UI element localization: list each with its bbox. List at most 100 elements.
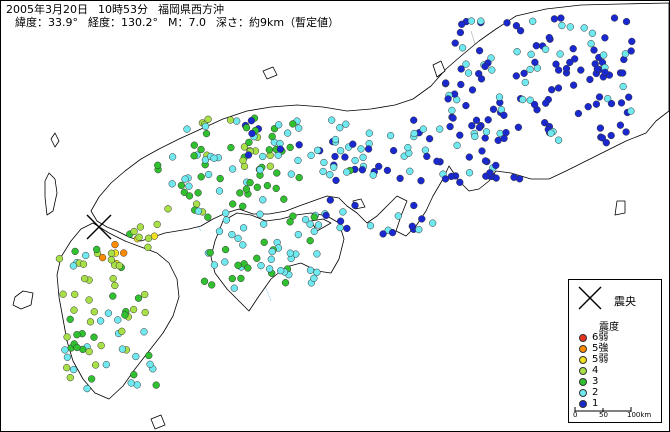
intensity-station-point: [144, 243, 152, 251]
intensity-station-point: [70, 306, 78, 314]
intensity-station-point: [596, 124, 605, 132]
intensity-station-point: [164, 205, 172, 213]
intensity-station-point: [245, 138, 253, 147]
intensity-station-point: [208, 281, 216, 289]
intensity-station-point: [210, 154, 218, 162]
intensity-station-point: [204, 213, 212, 221]
intensity-station-point: [458, 44, 467, 52]
intensity-station-point: [342, 120, 350, 128]
intensity-station-point: [55, 255, 64, 263]
intensity-station-point: [471, 132, 479, 141]
epicenter-legend-icon: [578, 286, 602, 310]
intensity-station-point: [221, 258, 229, 266]
intensity-station-point: [104, 309, 113, 317]
intensity-station-point: [130, 227, 138, 236]
intensity-station-point: [388, 228, 397, 237]
legend-item-label: 3: [592, 376, 599, 387]
intensity-station-point: [294, 230, 302, 239]
intensity-station-point: [336, 147, 345, 155]
intensity-station-point: [464, 69, 473, 77]
intensity-station-point: [91, 361, 100, 369]
intensity-station-point: [592, 100, 601, 108]
intensity-station-point: [448, 106, 456, 115]
intensity-station-point: [237, 274, 245, 283]
intensity-station-point: [477, 17, 485, 25]
intensity-station-point: [118, 327, 126, 335]
intensity-station-point: [562, 64, 571, 73]
intensity-station-point: [586, 75, 594, 84]
intensity-station-point: [66, 373, 74, 382]
intensity-station-point: [204, 115, 212, 123]
legend-item: 5弱: [579, 354, 608, 365]
intensity-station-point: [617, 99, 626, 107]
legend-color-swatch: [579, 366, 587, 375]
intensity-station-point: [545, 33, 553, 42]
header-date: 2005年3月20日: [6, 3, 88, 16]
intensity-station-point: [287, 170, 295, 178]
intensity-station-point: [607, 131, 615, 140]
intensity-station-point: [228, 230, 236, 239]
intensity-station-point: [295, 124, 303, 132]
intensity-station-point: [168, 153, 177, 161]
intensity-station-point: [283, 129, 292, 137]
intensity-station-point: [82, 251, 90, 260]
intensity-station-point: [257, 261, 265, 270]
intensity-station-point: [263, 181, 272, 190]
intensity-station-point: [627, 107, 635, 115]
intensity-station-point: [379, 230, 387, 238]
intensity-station-point: [389, 146, 398, 155]
intensity-station-point: [201, 122, 210, 131]
intensity-station-point: [472, 116, 481, 124]
intensity-station-point: [194, 189, 202, 197]
intensity-station-point: [584, 103, 592, 111]
intensity-station-point: [111, 240, 119, 249]
intensity-station-point: [429, 219, 437, 227]
intensity-station-point: [63, 353, 72, 361]
intensity-station-point: [489, 105, 498, 113]
intensity-station-point: [556, 50, 564, 58]
intensity-station-point: [566, 58, 574, 67]
intensity-station-point: [277, 266, 285, 275]
header-time: 10時53分: [98, 3, 148, 16]
intensity-station-point: [130, 371, 138, 379]
scale-label-mid: 50: [599, 411, 608, 419]
intensity-station-point: [210, 261, 219, 269]
intensity-station-point: [206, 249, 214, 257]
intensity-station-point: [531, 58, 539, 66]
intensity-station-point: [265, 265, 274, 273]
intensity-station-point: [118, 345, 127, 353]
intensity-station-point: [59, 290, 67, 298]
intensity-station-point: [83, 384, 91, 393]
intensity-station-point: [242, 185, 251, 193]
intensity-station-point: [500, 134, 508, 143]
intensity-station-point: [259, 152, 267, 161]
intensity-station-point: [234, 234, 242, 243]
intensity-station-point: [406, 167, 414, 175]
intensity-station-point: [73, 343, 81, 352]
intensity-station-point: [306, 220, 314, 228]
intensity-station-point: [313, 268, 321, 276]
intensity-station-point: [322, 211, 330, 220]
epicenter-legend: 震央: [573, 283, 659, 313]
intensity-station-point: [436, 125, 444, 133]
intensity-station-point: [286, 249, 294, 257]
intensity-station-point: [226, 116, 235, 124]
intensity-station-point: [481, 62, 489, 71]
intensity-station-point: [215, 227, 224, 235]
header-line-1: 2005年3月20日 10時53分 福岡県西方沖: [6, 3, 224, 16]
intensity-station-point: [247, 117, 256, 125]
intensity-station-point: [521, 78, 529, 87]
intensity-station-point: [295, 141, 303, 149]
intensity-station-point: [622, 128, 630, 136]
intensity-station-point: [320, 158, 328, 167]
intensity-station-point: [481, 134, 489, 142]
legend-item: 4: [579, 365, 608, 376]
legend-item: 2: [579, 387, 608, 398]
intensity-map: 2005年3月20日 10時53分 福岡県西方沖 緯度：33.9° 経度：130.2°…: [0, 0, 670, 432]
intensity-station-point: [79, 260, 88, 268]
intensity-station-point: [246, 178, 254, 187]
intensity-station-point: [266, 162, 274, 170]
intensity-station-point: [136, 223, 145, 231]
intensity-station-point: [453, 141, 461, 150]
legend-item: 3: [579, 376, 608, 387]
